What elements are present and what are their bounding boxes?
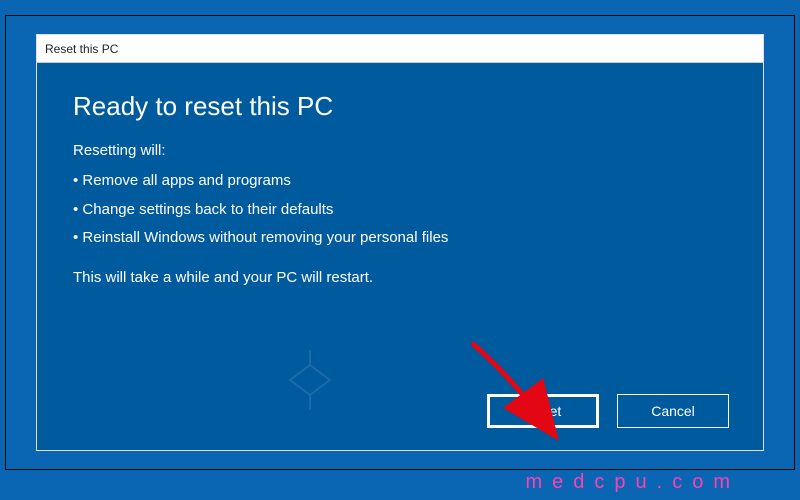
dialog-button-row: Reset Cancel [487, 394, 729, 428]
reset-pc-dialog: Reset this PC Ready to reset this PC Res… [36, 34, 764, 451]
bullet-item: Reinstall Windows without removing your … [73, 224, 727, 253]
cancel-button[interactable]: Cancel [617, 394, 729, 428]
reset-bullet-list: Remove all apps and programs Change sett… [73, 167, 727, 253]
outer-frame: Reset this PC Ready to reset this PC Res… [5, 15, 795, 470]
bullet-item: Change settings back to their defaults [73, 196, 727, 225]
dialog-titlebar: Reset this PC [37, 35, 763, 63]
site-watermark: medcpu.com [526, 471, 741, 494]
bullet-item: Remove all apps and programs [73, 167, 727, 196]
dialog-content: Ready to reset this PC Resetting will: R… [37, 63, 763, 450]
restart-footnote: This will take a while and your PC will … [73, 269, 727, 286]
dialog-title: Reset this PC [45, 42, 118, 56]
dialog-heading: Ready to reset this PC [73, 91, 727, 122]
resetting-will-label: Resetting will: [73, 142, 727, 159]
reset-button[interactable]: Reset [487, 394, 599, 428]
